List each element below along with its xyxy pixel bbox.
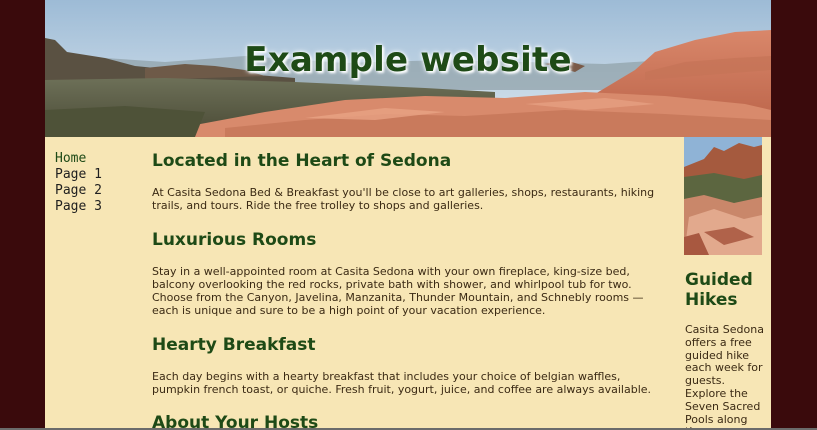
main-content: Located in the Heart of Sedona At Casita… xyxy=(152,150,657,430)
sidebar-nav: Home Page 1 Page 2 Page 3 xyxy=(55,151,135,215)
aside-heading: Guided Hikes xyxy=(685,270,753,310)
section-heading-location: Located in the Heart of Sedona xyxy=(152,151,452,171)
page-container: Example website Home Page 1 Page 2 Page … xyxy=(45,0,771,430)
section-text-rooms: Stay in a well-appointed room at Casita … xyxy=(152,264,644,318)
aside-text: Casita Sedona offers a free guided hike … xyxy=(685,323,764,430)
nav-link-page-3[interactable]: Page 3 xyxy=(55,199,135,215)
section-heading-breakfast: Hearty Breakfast xyxy=(152,334,316,355)
section-text-breakfast: Each day begins with a hearty breakfast … xyxy=(152,369,652,397)
site-title: Example website xyxy=(244,40,572,80)
right-sidebar: Guided Hikes Casita Sedona offers a free… xyxy=(684,137,764,430)
nav-link-home[interactable]: Home xyxy=(55,151,135,167)
nav-link-page-1[interactable]: Page 1 xyxy=(55,167,135,183)
hike-photo xyxy=(684,137,762,255)
nav-link-page-2[interactable]: Page 2 xyxy=(55,183,135,199)
section-heading-rooms: Luxurious Rooms xyxy=(152,229,317,250)
section-text-location: At Casita Sedona Bed & Breakfast you'll … xyxy=(152,186,655,213)
header-banner: Example website xyxy=(45,0,771,137)
